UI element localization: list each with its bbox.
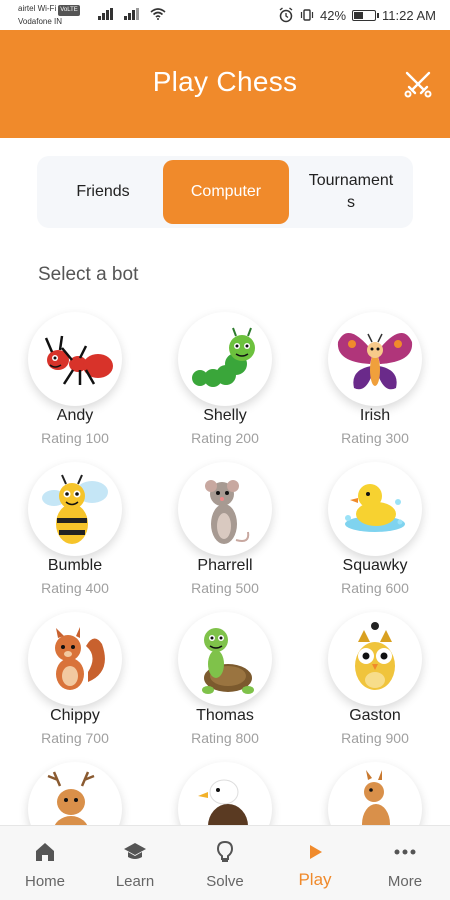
- more-dots-icon: [394, 849, 416, 855]
- bot-name: Thomas: [196, 707, 254, 724]
- caterpillar-icon: [178, 312, 272, 406]
- bot-rating: Rating 800: [191, 730, 259, 746]
- bot-rating: Rating 300: [341, 430, 409, 446]
- vibrate-icon: [300, 9, 314, 21]
- nav-label: Play: [298, 870, 332, 889]
- battery-percent: 42%: [320, 7, 347, 23]
- play-icon: [310, 845, 322, 859]
- volte-badge: VoLTE: [58, 5, 80, 16]
- signal-icons: [98, 8, 166, 20]
- bot-card[interactable]: Bumble Rating 400: [10, 462, 140, 602]
- mode-tabs: Friends Computer Tournament s: [37, 156, 413, 228]
- status-right: 42% 11:22 AM: [278, 7, 436, 23]
- wifi-icon: [150, 8, 166, 20]
- bot-rating: Rating 400: [41, 580, 109, 596]
- bot-name: Chippy: [50, 707, 100, 724]
- bot-name: Irish: [359, 407, 391, 424]
- bee-icon: [28, 462, 122, 556]
- mouse-icon: [178, 462, 272, 556]
- nav-home[interactable]: Home: [0, 826, 90, 900]
- carrier-info: airtel Wi-Fi VoLTE Vodafone IN: [18, 3, 80, 27]
- bot-name: Andy: [56, 407, 94, 424]
- bot-rating: Rating 900: [341, 730, 409, 746]
- bot-name: Bumble: [47, 557, 103, 574]
- bot-card[interactable]: Shelly Rating 200: [160, 312, 290, 452]
- bot-card[interactable]: Pharrell Rating 500: [160, 462, 290, 602]
- nav-more[interactable]: More: [360, 826, 450, 900]
- tab-tournaments[interactable]: Tournament s: [293, 160, 409, 224]
- nav-play[interactable]: Play: [270, 826, 360, 900]
- turtle-icon: [178, 612, 272, 706]
- bot-card[interactable]: Squawky Rating 600: [310, 462, 440, 602]
- bot-rating: Rating 700: [41, 730, 109, 746]
- lightbulb-icon: [216, 840, 234, 862]
- bot-rating: Rating 500: [191, 580, 259, 596]
- butterfly-icon: [328, 312, 422, 406]
- section-label: Select a bot: [38, 264, 139, 285]
- status-bar: airtel Wi-Fi VoLTE Vodafone IN 42% 11:22 …: [0, 0, 450, 30]
- bot-card[interactable]: Andy Rating 100: [10, 312, 140, 452]
- crossed-swords-icon[interactable]: [402, 68, 434, 100]
- nav-solve[interactable]: Solve: [180, 826, 270, 900]
- carrier-name-secondary: Vodafone IN: [18, 17, 63, 26]
- page-title: Play Chess: [152, 66, 298, 97]
- squirrel-icon: [28, 612, 122, 706]
- bot-rating: Rating 600: [341, 580, 409, 596]
- home-icon: [36, 843, 54, 861]
- ant-icon: [28, 312, 122, 406]
- signal-icon: [124, 8, 139, 20]
- nav-label: Solve: [206, 873, 244, 890]
- bot-card[interactable]: Gaston Rating 900: [310, 612, 440, 752]
- bot-card[interactable]: Thomas Rating 800: [160, 612, 290, 752]
- alarm-icon: [279, 7, 293, 23]
- graduation-cap-icon: [124, 843, 146, 859]
- app-header: Play Chess: [0, 30, 450, 138]
- bot-name: Pharrell: [197, 557, 253, 574]
- battery-icon: [352, 9, 380, 21]
- bot-name: Gaston: [349, 707, 401, 724]
- nav-label: Home: [24, 873, 65, 890]
- bottom-navigation: Home Learn Solve Play More: [0, 825, 450, 900]
- bot-name: Squawky: [342, 557, 408, 574]
- clock: 11:22 AM: [382, 7, 436, 23]
- bot-name: Shelly: [203, 407, 247, 424]
- bot-card[interactable]: Irish Rating 300: [310, 312, 440, 452]
- bot-rating: Rating 100: [41, 430, 109, 446]
- bot-card[interactable]: Chippy Rating 700: [10, 612, 140, 752]
- nav-learn[interactable]: Learn: [90, 826, 180, 900]
- bot-rating: Rating 200: [191, 430, 259, 446]
- duck-icon: [328, 462, 422, 556]
- tab-friends[interactable]: Friends: [43, 160, 163, 224]
- tab-computer[interactable]: Computer: [163, 160, 289, 224]
- carrier-name: airtel Wi-Fi: [18, 4, 57, 13]
- signal-icon: [98, 8, 113, 20]
- nav-label: Learn: [115, 873, 155, 890]
- owl-icon: [328, 612, 422, 706]
- nav-label: More: [387, 873, 423, 890]
